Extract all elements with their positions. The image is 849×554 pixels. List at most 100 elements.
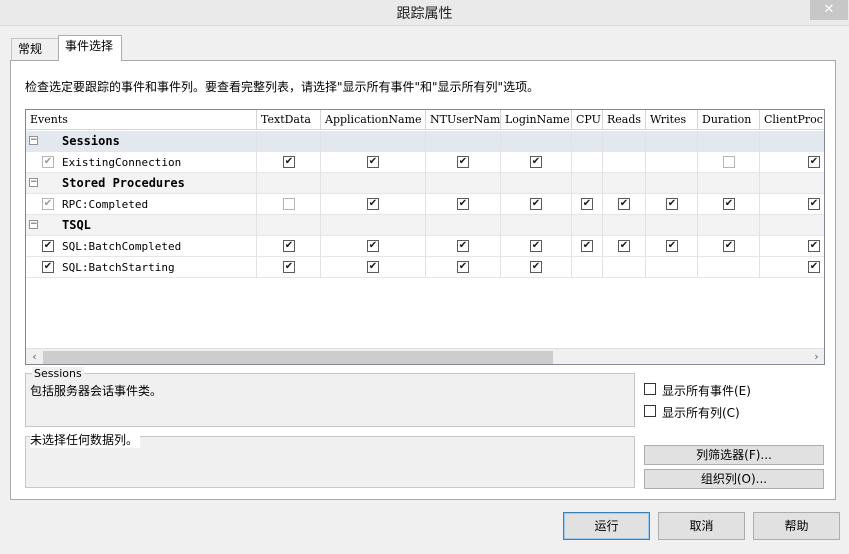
column-checkbox[interactable]: ✔: [723, 240, 735, 252]
column-checkbox[interactable]: ✔: [530, 156, 542, 168]
collapse-icon[interactable]: −: [29, 178, 38, 187]
grid-cell[interactable]: ✔: [603, 236, 646, 257]
grid-cell[interactable]: ✔: [257, 236, 321, 257]
column-checkbox[interactable]: [283, 198, 295, 210]
event-checkbox[interactable]: ✔: [42, 240, 54, 252]
cancel-button[interactable]: 取消: [658, 512, 745, 540]
column-checkbox[interactable]: ✔: [283, 240, 295, 252]
grid-cell[interactable]: ✔: [321, 236, 426, 257]
grid-cell[interactable]: ✔: [321, 152, 426, 173]
grid-cell[interactable]: ✔: [426, 257, 501, 278]
grid-cell[interactable]: ✔: [646, 194, 698, 215]
grid-cell[interactable]: [698, 152, 760, 173]
show-all-columns-checkbox[interactable]: [644, 405, 656, 417]
column-header-duration[interactable]: Duration: [698, 110, 760, 130]
grid-cell[interactable]: ✔: [760, 257, 824, 278]
column-checkbox[interactable]: ✔: [530, 198, 542, 210]
organize-columns-button[interactable]: 组织列(O)...: [644, 469, 824, 489]
grid-cell[interactable]: ✔: [501, 236, 572, 257]
grid-cell[interactable]: ✔: [426, 194, 501, 215]
column-checkbox[interactable]: ✔: [457, 261, 469, 273]
collapse-icon[interactable]: −: [29, 220, 38, 229]
category-row[interactable]: − TSQL: [26, 215, 824, 236]
column-checkbox[interactable]: ✔: [581, 198, 593, 210]
event-row[interactable]: ✔ SQL:BatchCompleted ✔ ✔ ✔ ✔ ✔ ✔ ✔ ✔ ✔: [26, 236, 824, 257]
grid-cell[interactable]: ✔: [501, 257, 572, 278]
column-checkbox[interactable]: ✔: [666, 240, 678, 252]
column-header-ntusername[interactable]: NTUserName: [426, 110, 501, 130]
grid-cell[interactable]: ✔: [426, 236, 501, 257]
horizontal-scrollbar[interactable]: ‹ ›: [26, 348, 824, 364]
column-checkbox[interactable]: ✔: [367, 261, 379, 273]
grid-cell[interactable]: ✔: [426, 152, 501, 173]
help-button[interactable]: 帮助: [753, 512, 840, 540]
tab-general[interactable]: 常规: [11, 38, 59, 60]
grid-cell[interactable]: ✔: [760, 194, 824, 215]
event-checkbox[interactable]: ✔: [42, 198, 54, 210]
close-button[interactable]: ✕: [810, 0, 848, 20]
column-checkbox[interactable]: ✔: [367, 240, 379, 252]
event-checkbox[interactable]: ✔: [42, 261, 54, 273]
grid-cell[interactable]: ✔: [572, 236, 603, 257]
grid-cell[interactable]: ✔: [257, 152, 321, 173]
grid-cell[interactable]: ✔: [760, 236, 824, 257]
show-all-columns-label[interactable]: 显示所有列(C): [662, 404, 740, 421]
grid-cell[interactable]: [698, 257, 760, 278]
show-all-events-label[interactable]: 显示所有事件(E): [662, 382, 751, 399]
column-checkbox[interactable]: ✔: [457, 198, 469, 210]
show-all-events-checkbox[interactable]: [644, 383, 656, 395]
column-checkbox[interactable]: ✔: [457, 156, 469, 168]
column-checkbox[interactable]: ✔: [666, 198, 678, 210]
column-filters-button[interactable]: 列筛选器(F)...: [644, 445, 824, 465]
column-checkbox[interactable]: ✔: [618, 240, 630, 252]
run-button[interactable]: 运行: [563, 512, 650, 540]
column-checkbox[interactable]: ✔: [457, 240, 469, 252]
column-header-textdata[interactable]: TextData: [257, 110, 321, 130]
column-header-applicationname[interactable]: ApplicationName: [321, 110, 426, 130]
column-checkbox[interactable]: ✔: [581, 240, 593, 252]
column-checkbox[interactable]: ✔: [283, 156, 295, 168]
event-checkbox[interactable]: ✔: [42, 156, 54, 168]
collapse-icon[interactable]: −: [29, 136, 38, 145]
grid-cell[interactable]: ✔: [698, 236, 760, 257]
column-header-reads[interactable]: Reads: [603, 110, 646, 130]
column-checkbox[interactable]: ✔: [808, 198, 820, 210]
grid-cell[interactable]: ✔: [501, 152, 572, 173]
column-header-writes[interactable]: Writes: [646, 110, 698, 130]
grid-cell[interactable]: [646, 257, 698, 278]
grid-cell[interactable]: ✔: [572, 194, 603, 215]
tab-events-selection[interactable]: 事件选择: [58, 35, 122, 61]
scroll-right-arrow-icon[interactable]: ›: [808, 349, 824, 364]
grid-cell[interactable]: [603, 257, 646, 278]
grid-cell[interactable]: ✔: [698, 194, 760, 215]
grid-cell[interactable]: ✔: [603, 194, 646, 215]
column-checkbox[interactable]: ✔: [808, 156, 820, 168]
column-header-events[interactable]: Events: [26, 110, 257, 130]
scroll-left-arrow-icon[interactable]: ‹: [26, 349, 43, 364]
category-row[interactable]: − Stored Procedures: [26, 173, 824, 194]
category-row[interactable]: − Sessions: [26, 131, 824, 152]
column-checkbox[interactable]: [723, 156, 735, 168]
event-row[interactable]: ✔ SQL:BatchStarting ✔ ✔ ✔ ✔ ✔: [26, 257, 824, 278]
scroll-thumb[interactable]: [43, 351, 553, 364]
events-grid[interactable]: Events TextData ApplicationName NTUserName L…: [25, 109, 825, 365]
grid-cell[interactable]: [646, 152, 698, 173]
grid-cell[interactable]: ✔: [321, 257, 426, 278]
column-checkbox[interactable]: ✔: [367, 156, 379, 168]
column-checkbox[interactable]: ✔: [367, 198, 379, 210]
column-header-cpu[interactable]: CPU: [572, 110, 603, 130]
grid-cell[interactable]: ✔: [501, 194, 572, 215]
column-checkbox[interactable]: ✔: [530, 261, 542, 273]
event-row[interactable]: ✔ ExistingConnection ✔ ✔ ✔ ✔ ✔: [26, 152, 824, 173]
column-checkbox[interactable]: ✔: [808, 240, 820, 252]
grid-cell[interactable]: ✔: [760, 152, 824, 173]
grid-cell[interactable]: [572, 152, 603, 173]
column-checkbox[interactable]: ✔: [723, 198, 735, 210]
column-checkbox[interactable]: ✔: [808, 261, 820, 273]
column-header-loginname[interactable]: LoginName: [501, 110, 572, 130]
event-row[interactable]: ✔ RPC:Completed ✔ ✔ ✔ ✔ ✔ ✔ ✔ ✔: [26, 194, 824, 215]
column-checkbox[interactable]: ✔: [530, 240, 542, 252]
column-checkbox[interactable]: ✔: [283, 261, 295, 273]
grid-cell[interactable]: [603, 152, 646, 173]
grid-cell[interactable]: ✔: [646, 236, 698, 257]
